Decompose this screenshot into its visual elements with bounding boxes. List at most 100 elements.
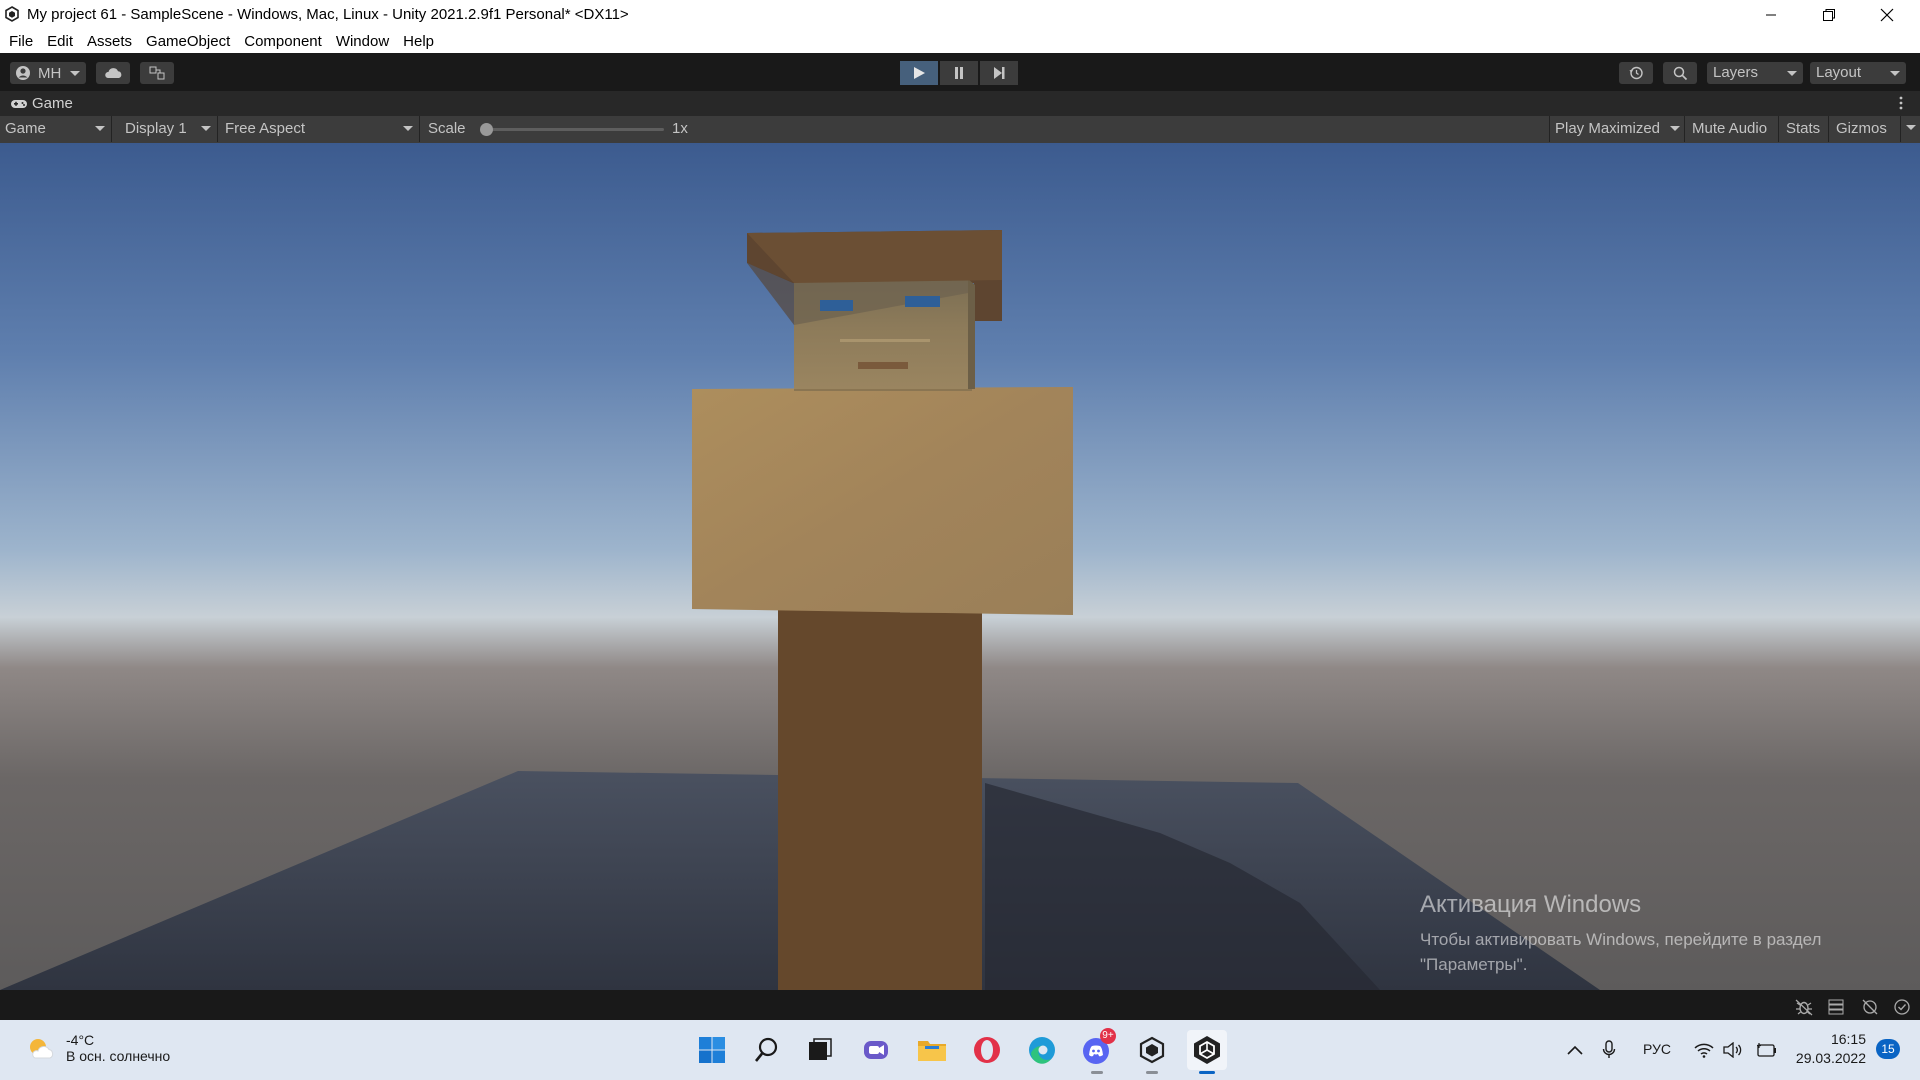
play-maximized-label: Play Maximized [1555, 120, 1661, 137]
debug-icon[interactable] [1794, 998, 1814, 1016]
chevron-up-icon[interactable] [1567, 1044, 1583, 1056]
display-dropdown[interactable]: Display 1 [120, 116, 218, 142]
mute-audio-label: Mute Audio [1692, 120, 1768, 137]
close-button[interactable] [1858, 0, 1916, 29]
clock-time: 16:15 [1830, 1031, 1866, 1047]
title-bar: My project 61 - SampleScene - Windows, M… [0, 0, 1920, 29]
tab-game-label: Game [32, 95, 73, 112]
collab-icon [149, 66, 165, 80]
menu-component[interactable]: Component [237, 33, 329, 50]
watermark-line1: Чтобы активировать Windows, перейдите в … [1420, 930, 1822, 949]
layers-label: Layers [1713, 64, 1759, 81]
cache-server-icon[interactable] [1827, 998, 1845, 1016]
edge-icon [1029, 1037, 1055, 1064]
volume-icon[interactable] [1723, 1042, 1743, 1058]
unity-hub-icon [1139, 1036, 1165, 1064]
menu-gameobject[interactable]: GameObject [139, 33, 237, 50]
search-button[interactable] [1663, 62, 1697, 84]
teams-chat-button[interactable] [856, 1030, 896, 1070]
unity-icon [1194, 1036, 1220, 1064]
scale-value: 1x [672, 120, 688, 137]
chat-icon [864, 1041, 888, 1059]
menu-window[interactable]: Window [329, 33, 396, 50]
chevron-down-icon [1890, 71, 1900, 76]
sun-cloud-icon [30, 1039, 54, 1059]
clock-date: 29.03.2022 [1795, 1050, 1866, 1066]
gizmos-dropdown[interactable] [1901, 116, 1920, 142]
minimize-button[interactable] [1742, 0, 1800, 29]
taskbar-search-button[interactable] [747, 1030, 787, 1070]
scale-slider[interactable] [480, 123, 664, 136]
play-maximized-toggle[interactable]: Play Maximized [1549, 116, 1685, 142]
undo-history-button[interactable] [1619, 62, 1653, 84]
chevron-down-icon [70, 71, 80, 76]
search-icon [754, 1037, 778, 1062]
menu-help[interactable]: Help [396, 33, 441, 50]
stats-label: Stats [1786, 120, 1821, 137]
menu-assets[interactable]: Assets [80, 33, 139, 50]
notification-badge[interactable]: 15 [1876, 1039, 1900, 1059]
task-view-button[interactable] [800, 1030, 840, 1070]
play-button[interactable] [900, 61, 938, 85]
microphone-icon[interactable] [1602, 1040, 1616, 1060]
language-indicator[interactable]: РУС [1643, 1041, 1671, 1057]
windows-activation-watermark: Активация Windows Чтобы активировать Win… [1420, 891, 1821, 977]
file-explorer-button[interactable] [912, 1030, 952, 1070]
window-title: My project 61 - SampleScene - Windows, M… [27, 6, 629, 23]
running-indicator [1146, 1071, 1158, 1074]
wifi-icon[interactable] [1694, 1042, 1714, 1058]
unity-editor-button[interactable] [1187, 1030, 1227, 1074]
chevron-down-icon [1787, 71, 1797, 76]
stats-toggle[interactable]: Stats [1781, 116, 1829, 142]
pause-button[interactable] [940, 61, 978, 85]
panel-tab-bar: Game [0, 91, 1920, 116]
layers-dropdown[interactable]: Layers [1707, 62, 1803, 84]
gizmos-label: Gizmos [1836, 120, 1887, 137]
windows-start-icon [699, 1037, 725, 1063]
layout-label: Layout [1816, 64, 1862, 81]
edge-button[interactable] [1022, 1030, 1062, 1070]
display-label: Display 1 [125, 120, 187, 137]
game-viewport[interactable]: Активация Windows Чтобы активировать Win… [0, 143, 1920, 990]
restore-icon [1823, 8, 1835, 21]
account-dropdown[interactable]: MH [10, 62, 86, 84]
progress-check-icon[interactable] [1893, 998, 1911, 1016]
unity-hub-button[interactable] [1132, 1030, 1172, 1074]
main-toolbar: MH Layers Layout [0, 53, 1920, 91]
opera-button[interactable] [967, 1030, 1007, 1070]
status-bar [0, 990, 1920, 1020]
more-options-icon[interactable] [1898, 95, 1904, 111]
start-button[interactable] [692, 1030, 732, 1070]
folder-icon [918, 1041, 946, 1061]
step-button[interactable] [980, 61, 1018, 85]
minimize-icon [1766, 14, 1776, 15]
menu-edit[interactable]: Edit [40, 33, 80, 50]
discord-button[interactable]: 9+ [1077, 1028, 1117, 1074]
battery-icon[interactable] [1754, 1042, 1776, 1058]
collab-button[interactable] [140, 62, 174, 84]
mute-audio-toggle[interactable]: Mute Audio [1687, 116, 1779, 142]
playback-controls [900, 61, 1018, 85]
weather-widget[interactable]: -4°C В осн. солнечно [26, 1032, 170, 1064]
menu-file[interactable]: File [2, 33, 40, 50]
gizmos-toggle[interactable]: Gizmos [1831, 116, 1901, 142]
cloud-button[interactable] [96, 62, 130, 84]
view-type-dropdown[interactable]: Game [0, 116, 112, 142]
play-icon [914, 67, 925, 79]
chevron-down-icon [1906, 125, 1916, 130]
scale-slider-handle[interactable] [480, 123, 493, 136]
chevron-down-icon [95, 126, 105, 131]
network-off-icon[interactable] [1861, 998, 1879, 1016]
restore-button[interactable] [1800, 0, 1858, 29]
account-label: MH [38, 64, 62, 82]
active-indicator [1199, 1071, 1215, 1074]
game-scene-render [0, 230, 1600, 990]
layout-dropdown[interactable]: Layout [1810, 62, 1906, 84]
weather-desc: В осн. солнечно [66, 1048, 171, 1064]
aspect-dropdown[interactable]: Free Aspect [220, 116, 420, 142]
unity-logo-icon [5, 6, 19, 22]
tab-game[interactable]: Game [0, 91, 73, 116]
gamepad-icon [11, 99, 27, 108]
aspect-label: Free Aspect [225, 120, 306, 137]
system-clock[interactable]: 16:15 29.03.2022 [1792, 1030, 1866, 1068]
